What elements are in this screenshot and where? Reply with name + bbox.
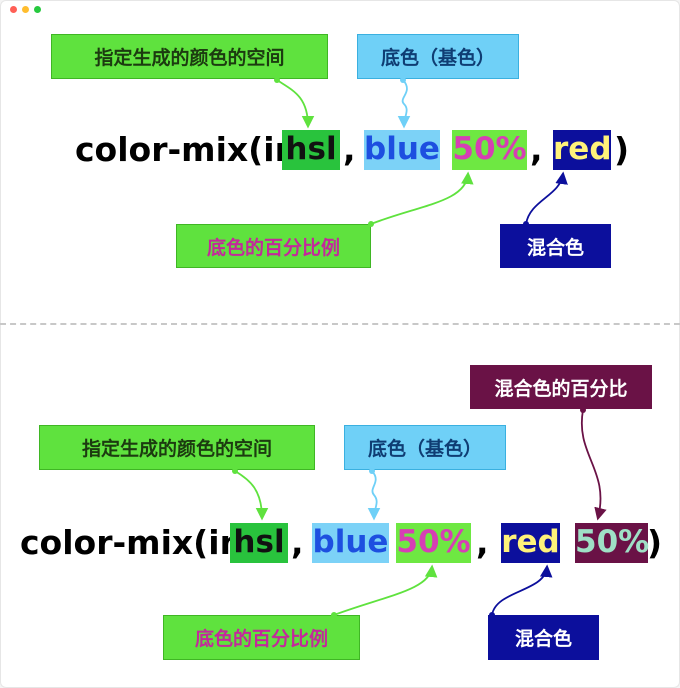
close-window-icon[interactable] xyxy=(10,6,17,13)
minimize-window-icon[interactable] xyxy=(22,6,29,13)
top-code-percent: 50% xyxy=(452,130,527,170)
bottom-code-mix: red xyxy=(501,523,560,563)
maximize-window-icon[interactable] xyxy=(34,6,41,13)
top-label-base-percent: 底色的百分比例 xyxy=(176,224,371,268)
bottom-code-base: blue xyxy=(312,523,389,563)
bottom-code-space: hsl xyxy=(230,523,288,563)
bottom-label-color-space: 指定生成的颜色的空间 xyxy=(39,425,315,470)
bottom-code-prefix: color-mix(in xyxy=(20,523,244,562)
bottom-label-mix-color: 混合色 xyxy=(488,615,599,660)
bottom-code-close: ) xyxy=(647,523,663,562)
top-code-close: ) xyxy=(614,130,630,169)
title-bar xyxy=(1,1,679,19)
bottom-code-comma-2: , xyxy=(476,523,489,562)
bottom-code-percent: 50% xyxy=(396,523,471,563)
top-code-comma-2: , xyxy=(530,130,543,169)
bottom-code-comma-1: , xyxy=(291,523,304,562)
bottom-code-mix-percent: 50% xyxy=(575,523,649,563)
bottom-label-mix-percent: 混合色的百分比 xyxy=(470,365,652,409)
bottom-label-base-color: 底色（基色） xyxy=(344,425,506,470)
top-label-mix-color: 混合色 xyxy=(500,224,611,268)
top-code-base: blue xyxy=(364,130,440,170)
bottom-label-base-percent: 底色的百分比例 xyxy=(163,615,360,660)
top-code-prefix: color-mix(in xyxy=(75,130,299,169)
top-label-color-space: 指定生成的颜色的空间 xyxy=(51,34,328,79)
top-code-comma-1: , xyxy=(343,130,356,169)
top-code-space: hsl xyxy=(282,130,340,170)
top-code-mix: red xyxy=(553,130,612,170)
section-divider xyxy=(0,323,680,325)
top-label-base-color: 底色（基色） xyxy=(357,34,519,79)
window xyxy=(0,0,680,688)
